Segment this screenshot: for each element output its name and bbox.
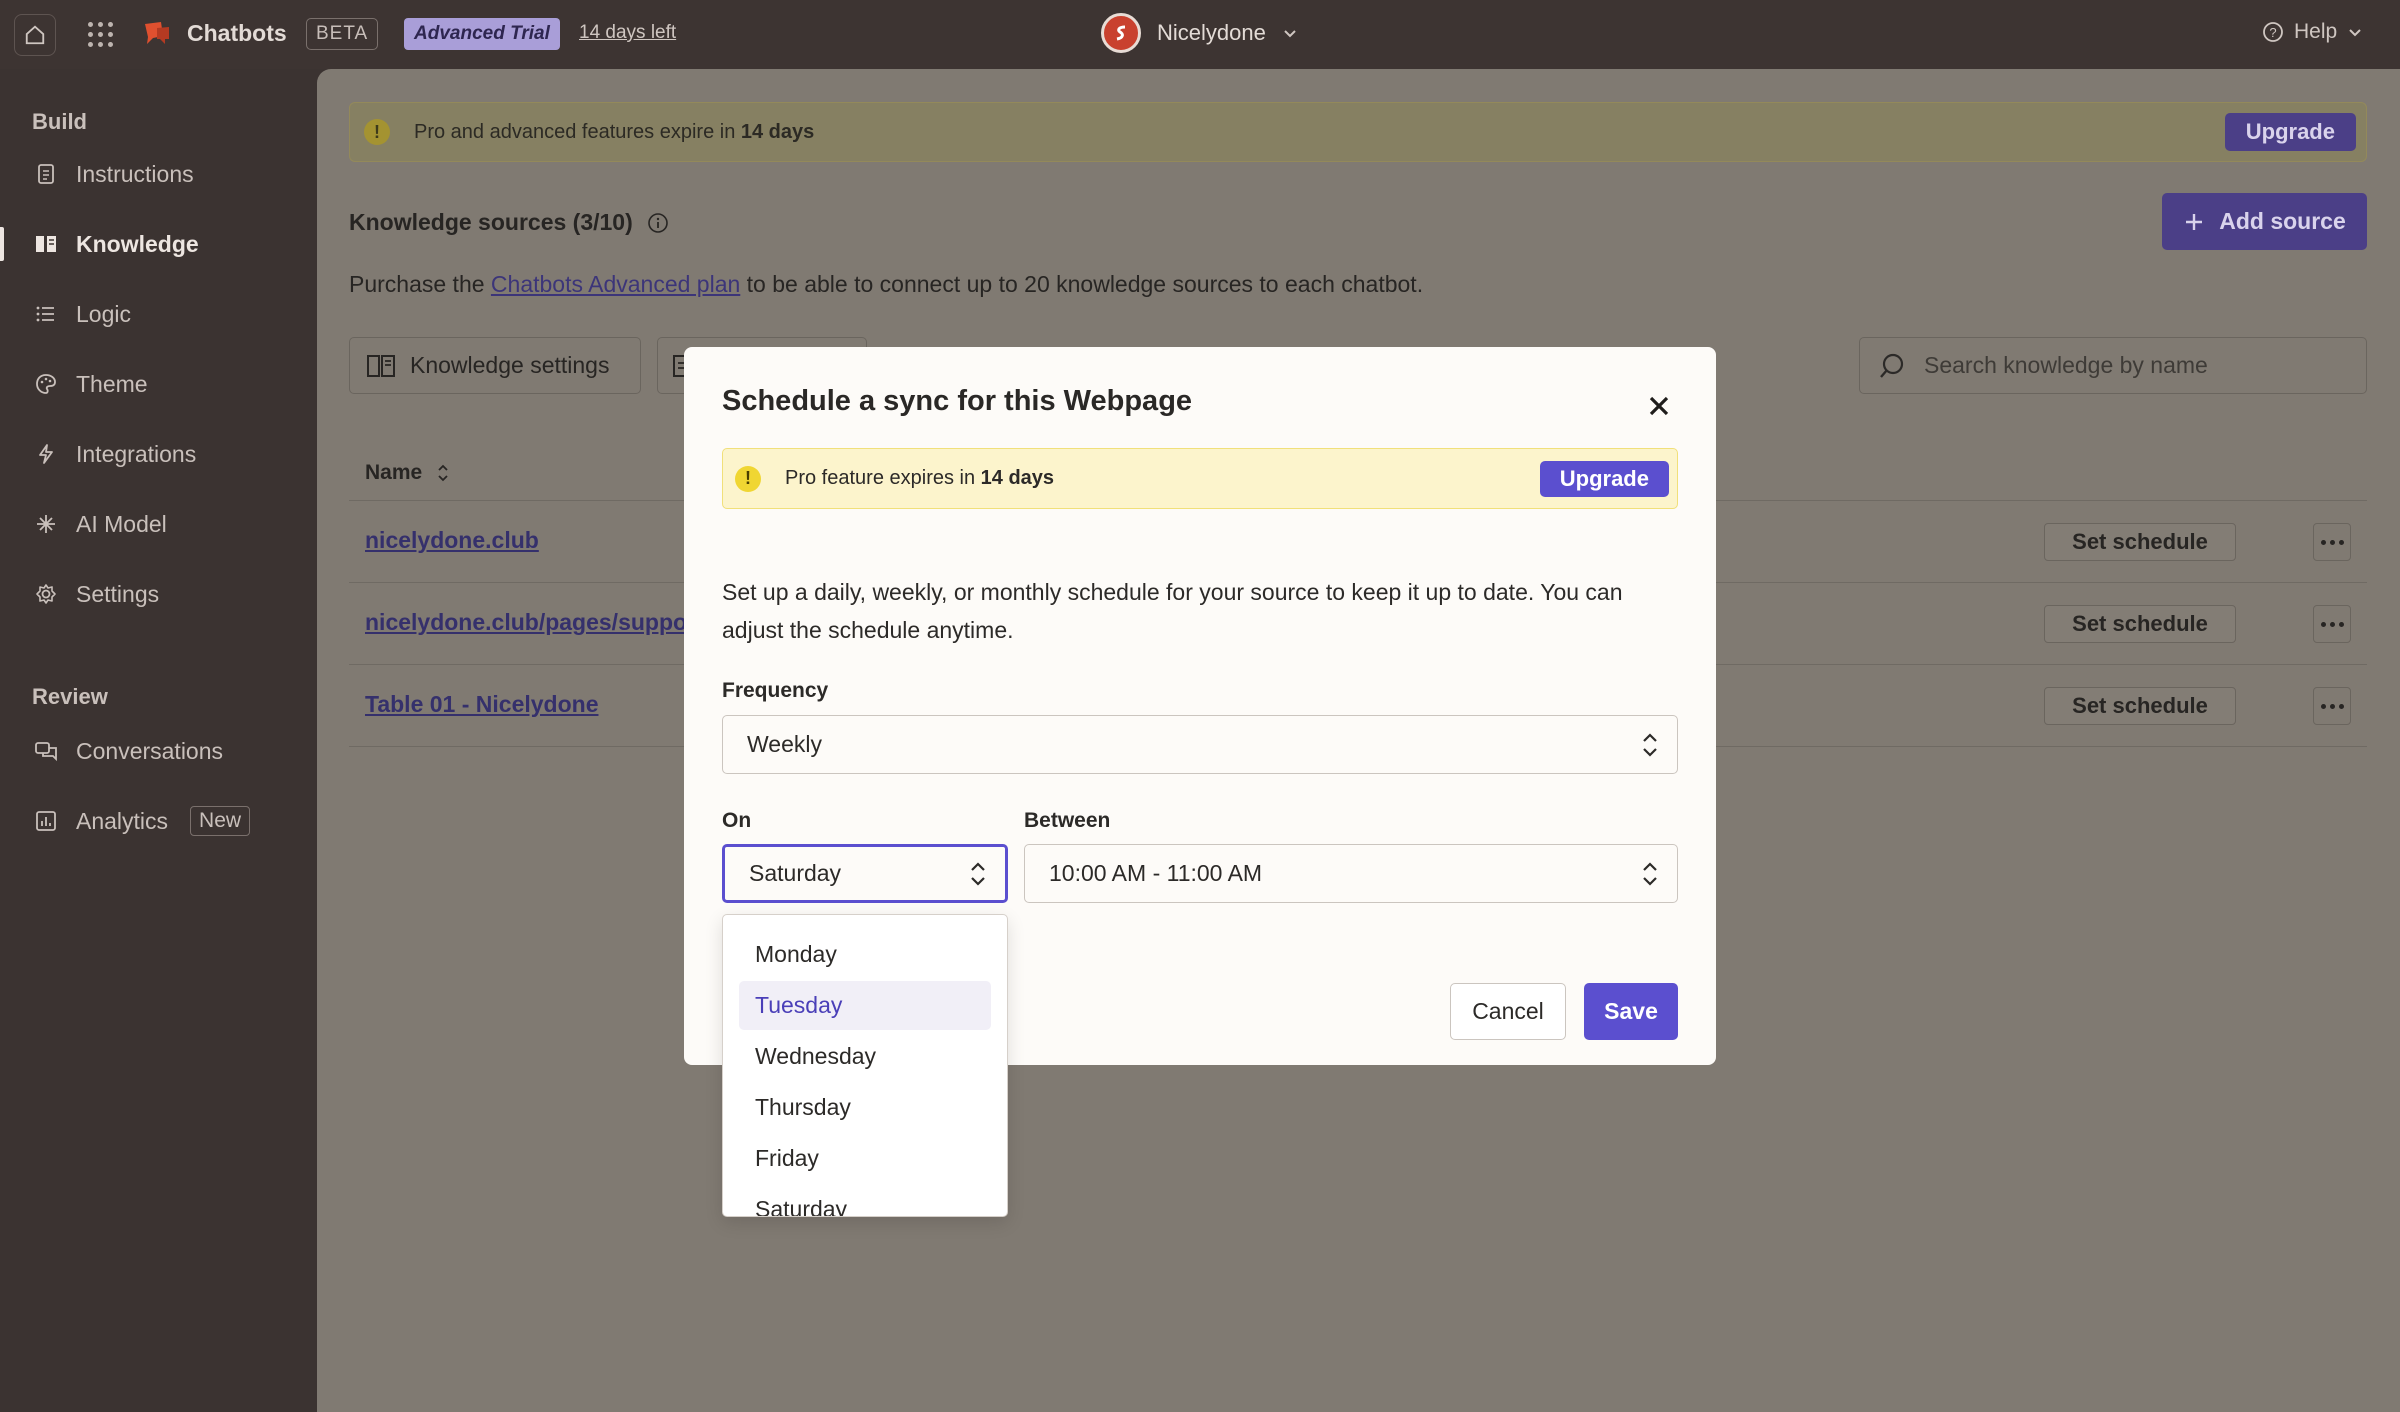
sidebar-heading-build: Build (32, 109, 87, 134)
sidebar-item-instructions[interactable]: Instructions (0, 149, 317, 199)
option-tuesday[interactable]: Tuesday (739, 981, 991, 1030)
chatbots-logo-icon (143, 20, 171, 51)
cancel-button[interactable]: Cancel (1450, 983, 1566, 1040)
list-icon (34, 302, 58, 326)
sidebar-item-label: Logic (76, 300, 131, 327)
app-name: Chatbots (187, 20, 287, 46)
upgrade-button[interactable]: Upgrade (1539, 461, 1669, 497)
sidebar-heading-review: Review (32, 684, 108, 709)
search-placeholder: Search knowledge by name (1924, 352, 2208, 378)
chevron-updown-icon (1643, 732, 1657, 757)
sidebar-item-conversations[interactable]: Conversations (0, 726, 317, 776)
warning-icon: ! (364, 119, 390, 145)
help-button[interactable]: ? Help (2262, 20, 2363, 44)
apps-grid-icon[interactable] (88, 22, 114, 48)
option-saturday[interactable]: Saturday (739, 1185, 991, 1216)
home-icon[interactable] (14, 14, 56, 56)
banner-text: Pro and advanced features expire in 14 d… (414, 120, 815, 143)
knowledge-settings-button[interactable]: Knowledge settings (349, 337, 641, 394)
chat-icon (34, 739, 58, 763)
sidebar-item-label: Integrations (76, 440, 197, 467)
svg-text:?: ? (2269, 25, 2276, 40)
plus-icon (2186, 213, 2203, 230)
source-link[interactable]: nicelydone.club/pages/suppo (365, 609, 687, 636)
beta-badge: BETA (306, 18, 379, 50)
sidebar-item-label: Instructions (76, 160, 194, 187)
set-schedule-button[interactable]: Set schedule (2044, 687, 2236, 725)
help-label: Help (2294, 20, 2338, 43)
advanced-plan-link[interactable]: Chatbots Advanced plan (491, 271, 740, 297)
trial-badge: Advanced Trial (404, 18, 560, 50)
gear-icon (34, 582, 58, 606)
option-thursday[interactable]: Thursday (739, 1083, 991, 1132)
sidebar-item-theme[interactable]: Theme (0, 359, 317, 409)
workspace-avatar (1101, 13, 1141, 53)
more-options-button[interactable] (2313, 523, 2351, 561)
chevron-updown-icon (971, 861, 985, 886)
sparkle-icon (34, 512, 58, 536)
frequency-select[interactable]: Weekly (722, 715, 1678, 774)
document-icon (34, 162, 58, 186)
top-bar: Chatbots BETA Advanced Trial 14 days lef… (0, 0, 2400, 69)
sidebar-item-settings[interactable]: Settings (0, 569, 317, 619)
trial-expiry-banner: ! Pro and advanced features expire in 14… (349, 102, 2367, 162)
between-label: Between (1024, 809, 1111, 832)
chevron-down-icon (2349, 29, 2361, 37)
sidebar-item-logic[interactable]: Logic (0, 289, 317, 339)
sidebar: Build Instructions Knowledge Logic Theme… (0, 69, 317, 1412)
pro-feature-banner: ! Pro feature expires in 14 days Upgrade (722, 448, 1678, 509)
palette-icon (34, 372, 58, 396)
source-link[interactable]: Table 01 - Nicelydone (365, 691, 598, 718)
save-button[interactable]: Save (1584, 983, 1678, 1040)
more-options-button[interactable] (2313, 605, 2351, 643)
upgrade-button[interactable]: Upgrade (2224, 113, 2356, 151)
sidebar-item-knowledge[interactable]: Knowledge (0, 219, 317, 269)
sidebar-item-label: Theme (76, 370, 148, 397)
day-select[interactable]: Saturday (722, 844, 1008, 903)
banner-text: Pro feature expires in 14 days (785, 467, 1055, 489)
warning-icon: ! (735, 465, 761, 492)
chevron-updown-icon (1643, 861, 1657, 886)
purchase-note: Purchase the Chatbots Advanced plan to b… (349, 271, 1424, 297)
chart-icon (34, 809, 58, 833)
time-range-select[interactable]: 10:00 AM - 11:00 AM (1024, 844, 1678, 903)
column-header-name[interactable]: Name (365, 461, 450, 485)
on-label: On (722, 809, 752, 832)
frequency-label: Frequency (722, 679, 829, 702)
book-open-icon (367, 354, 395, 377)
set-schedule-button[interactable]: Set schedule (2044, 523, 2236, 561)
knowledge-sources-title: Knowledge sources (3/10) (349, 209, 669, 236)
sidebar-item-label: Analytics (76, 807, 169, 834)
close-icon[interactable] (1644, 391, 1674, 421)
sidebar-item-label: Conversations (76, 737, 224, 764)
sidebar-item-label: Knowledge (76, 230, 199, 257)
option-monday[interactable]: Monday (739, 930, 991, 979)
sidebar-item-label: Settings (76, 580, 160, 607)
source-link[interactable]: nicelydone.club (365, 527, 539, 554)
search-icon (1880, 353, 1904, 378)
new-badge: New (190, 806, 251, 836)
dialog-description: Set up a daily, weekly, or monthly sched… (722, 579, 1623, 643)
chevron-down-icon (1284, 30, 1296, 38)
sidebar-item-label: AI Model (76, 510, 167, 537)
sidebar-item-analytics[interactable]: Analytics New (0, 796, 317, 846)
add-source-button[interactable]: Add source (2162, 193, 2367, 250)
set-schedule-button[interactable]: Set schedule (2044, 605, 2236, 643)
workspace-name: Nicelydone (1157, 20, 1266, 45)
search-input[interactable]: Search knowledge by name (1859, 337, 2367, 394)
days-left-link[interactable]: 14 days left (579, 22, 676, 44)
info-icon[interactable] (647, 212, 669, 234)
day-options-dropdown: Monday Tuesday Wednesday Thursday Friday… (722, 914, 1008, 1217)
help-icon: ? (2263, 22, 2283, 42)
option-friday[interactable]: Friday (739, 1134, 991, 1183)
sidebar-item-ai-model[interactable]: AI Model (0, 499, 317, 549)
option-wednesday[interactable]: Wednesday (739, 1032, 991, 1081)
dialog-title: Schedule a sync for this Webpage (722, 385, 1193, 417)
more-options-button[interactable] (2313, 687, 2351, 725)
workspace-switcher[interactable]: Nicelydone (1101, 13, 1298, 53)
sidebar-item-integrations[interactable]: Integrations (0, 429, 317, 479)
book-icon (34, 232, 58, 256)
bolt-icon (34, 442, 58, 466)
sort-icon (438, 464, 448, 482)
